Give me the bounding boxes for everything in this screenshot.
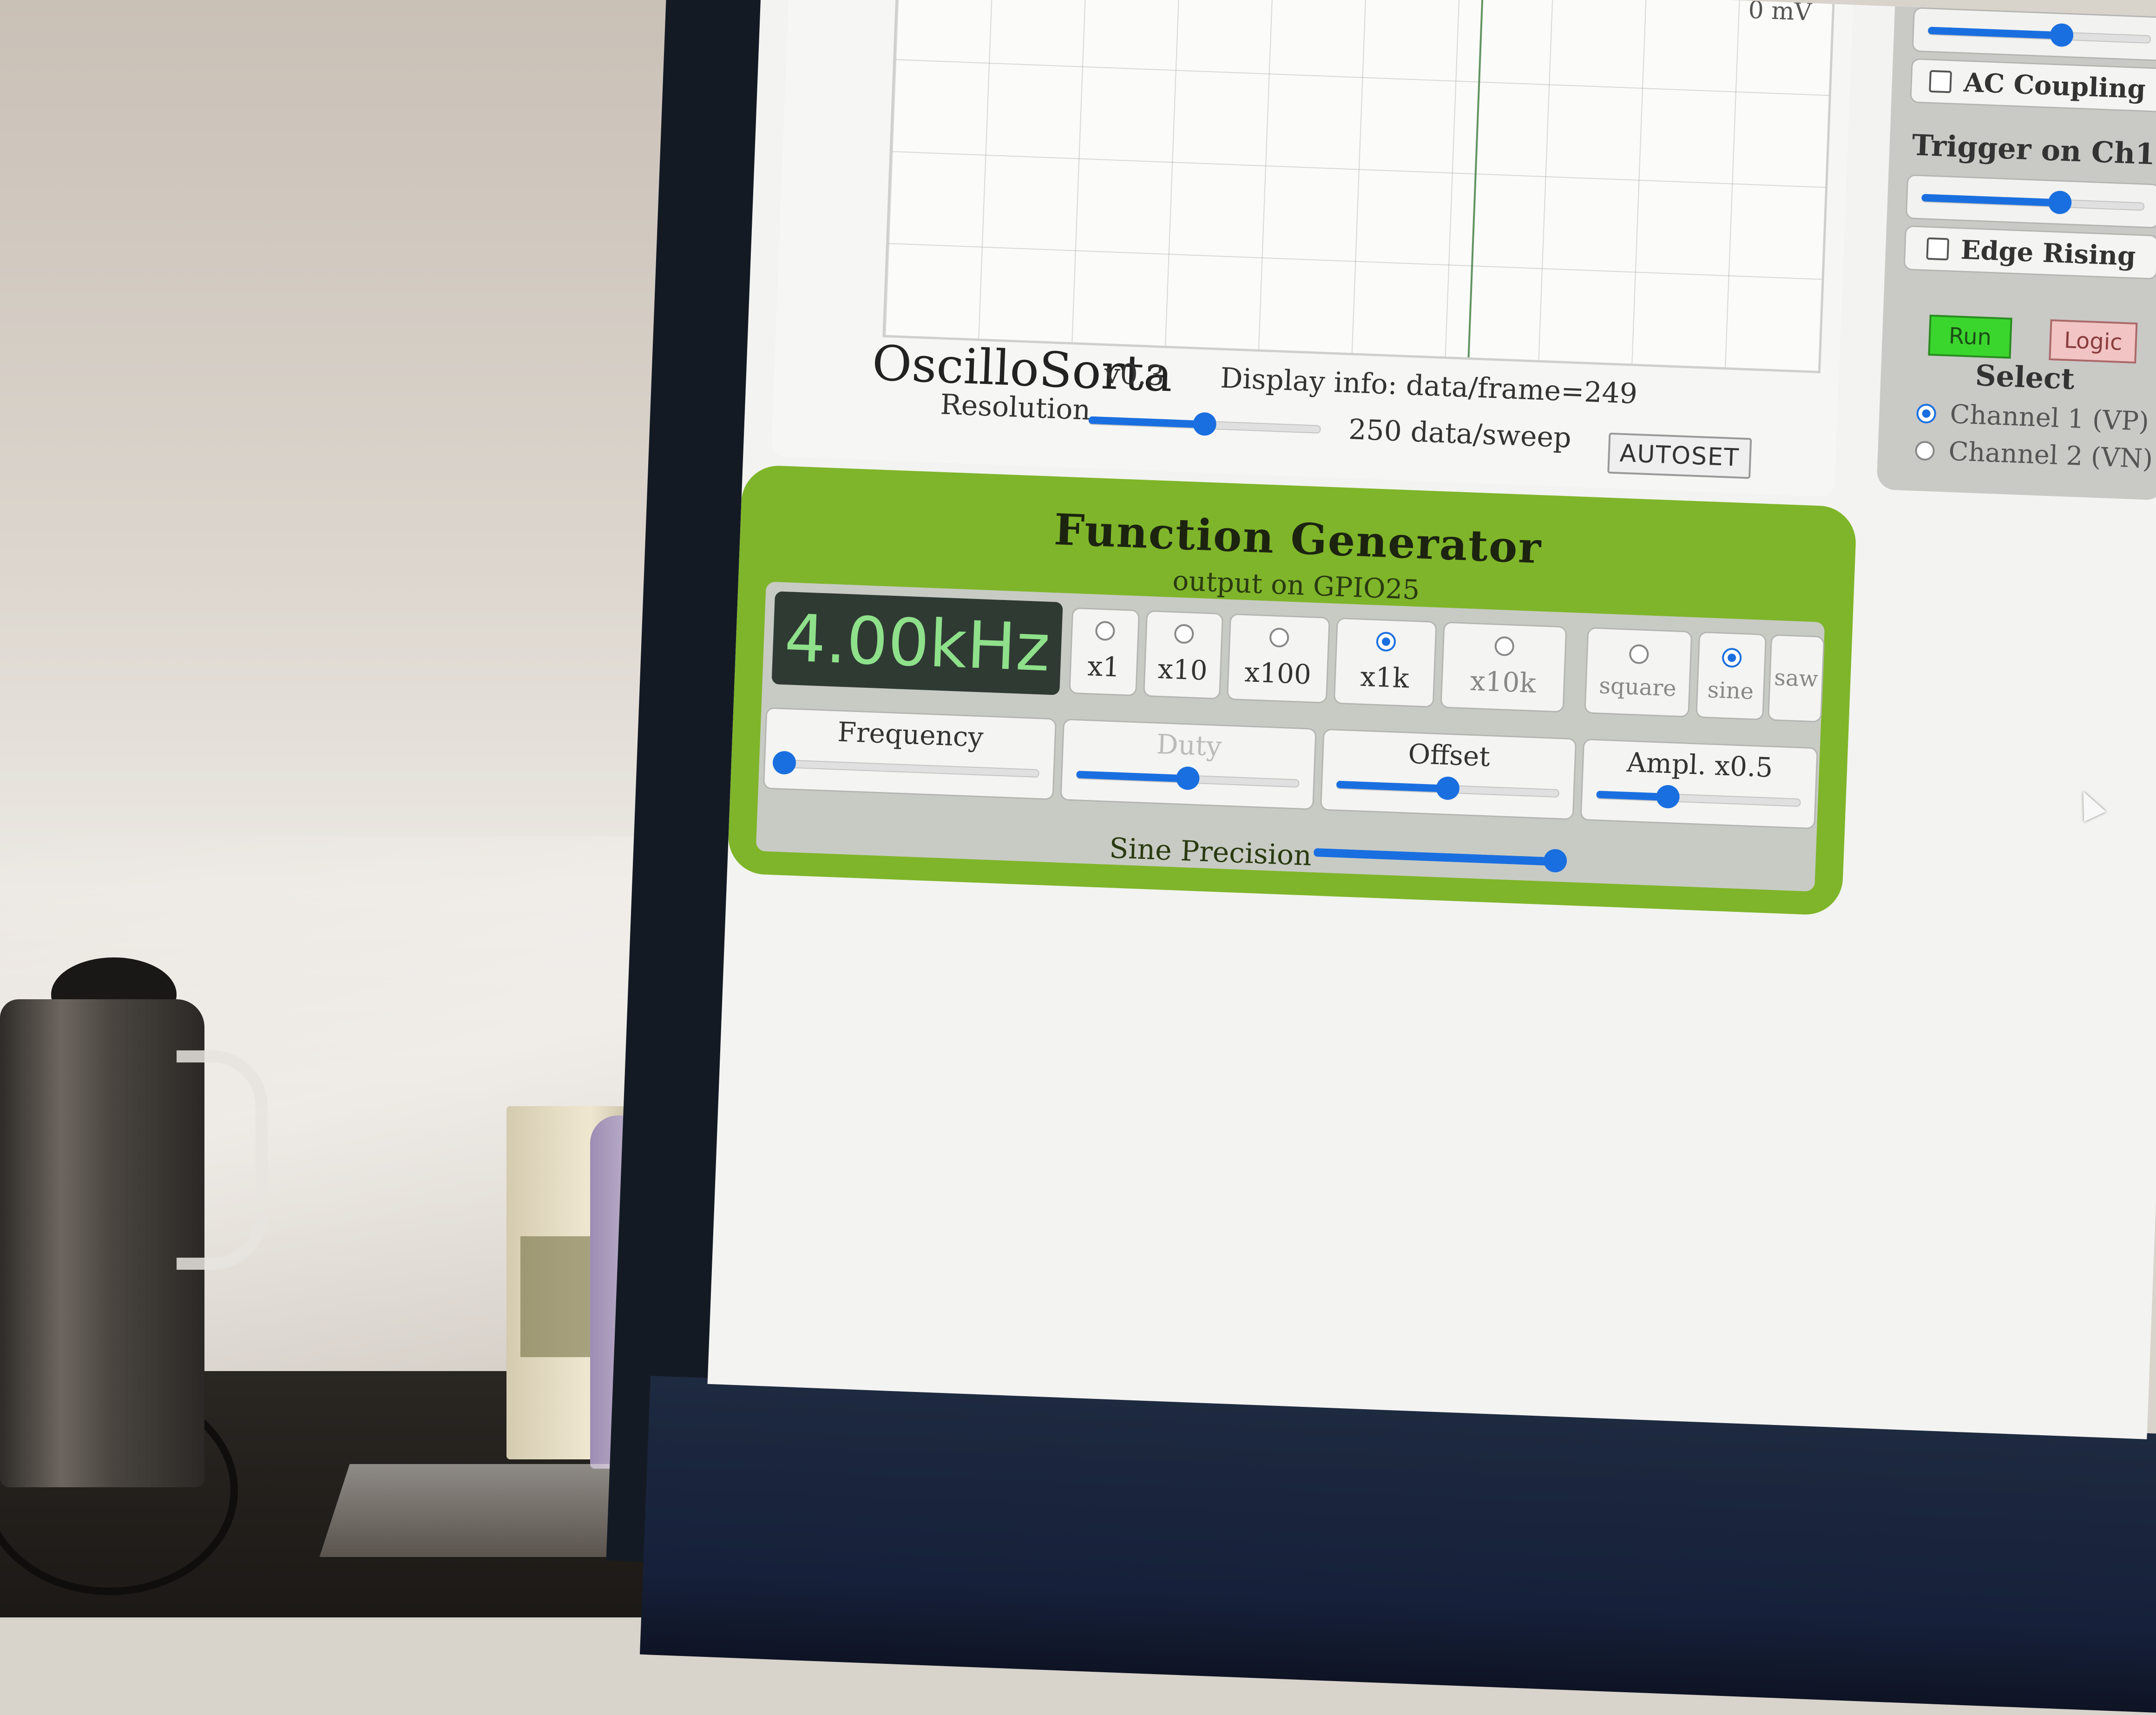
function-generator-panel: Function Generator output on GPIO25 4.00… bbox=[727, 464, 1857, 916]
multiplier-x1k[interactable]: x1k bbox=[1333, 617, 1437, 708]
offset-control: Offset bbox=[1320, 728, 1577, 820]
multiplier-x1-radio[interactable] bbox=[1095, 620, 1116, 641]
channel-2-radio[interactable] bbox=[1914, 440, 1935, 461]
waveform-sine-label: sine bbox=[1707, 677, 1755, 705]
channel-1-option[interactable]: Channel 1 (VP) bbox=[1916, 398, 2149, 437]
channel-1-label: Channel 1 (VP) bbox=[1949, 399, 2150, 437]
trigger-slider-box bbox=[1905, 174, 2156, 229]
multiplier-x1k-radio[interactable] bbox=[1376, 631, 1396, 652]
multiplier-x1k-label: x1k bbox=[1360, 660, 1410, 694]
plot-voltage-label: 0 mV bbox=[1748, 0, 1813, 26]
waveform-sine[interactable]: sine bbox=[1696, 631, 1767, 720]
multiplier-x10k[interactable]: x10k bbox=[1440, 621, 1567, 713]
display-info: Display info: data/frame=249 bbox=[1220, 362, 1638, 410]
frequency-display: 4.00kHz bbox=[771, 591, 1063, 695]
multiplier-x1-label: x1 bbox=[1087, 650, 1121, 683]
duty-control: Duty bbox=[1060, 719, 1317, 810]
plot-center-line bbox=[1467, 0, 1484, 358]
ac-coupling-checkbox[interactable] bbox=[1929, 70, 1952, 93]
waveform-square[interactable]: square bbox=[1584, 627, 1693, 718]
waveform-square-label: square bbox=[1598, 673, 1677, 702]
edge-rising-toggle[interactable]: Edge Rising bbox=[1903, 225, 2156, 280]
multiplier-x10[interactable]: x10 bbox=[1143, 610, 1224, 700]
channel-2-label: Channel 2 (VN) bbox=[1948, 436, 2154, 475]
top-level-slider[interactable] bbox=[1927, 18, 2151, 50]
resolution-label: Resolution bbox=[940, 388, 1091, 427]
waveform-square-radio[interactable] bbox=[1629, 644, 1650, 665]
multiplier-x10k-radio[interactable] bbox=[1494, 636, 1515, 657]
edge-rising-label: Edge Rising bbox=[1960, 234, 2136, 272]
run-button[interactable]: Run bbox=[1928, 315, 2012, 359]
multiplier-x100[interactable]: x100 bbox=[1226, 613, 1330, 704]
scope-plot: 0 mV bbox=[882, 0, 1835, 374]
multiplier-x100-radio[interactable] bbox=[1269, 627, 1289, 648]
channel-1-radio[interactable] bbox=[1916, 403, 1937, 424]
multiplier-x100-label: x100 bbox=[1244, 656, 1312, 691]
offset-slider[interactable] bbox=[1336, 772, 1560, 804]
app-version: v0.3 bbox=[1104, 357, 1165, 392]
waveform-saw[interactable]: saw bbox=[1768, 634, 1825, 723]
edge-rising-checkbox[interactable] bbox=[1926, 237, 1949, 261]
duty-slider[interactable] bbox=[1076, 762, 1300, 794]
kettle bbox=[0, 999, 204, 1487]
ac-coupling-label: AC Coupling bbox=[1963, 67, 2146, 105]
amplitude-control-label: Ampl. x0.5 bbox=[1626, 746, 1774, 784]
amplitude-slider[interactable] bbox=[1596, 782, 1801, 813]
frequency-control-label: Frequency bbox=[837, 716, 984, 753]
side-control-panel: AC Coupling Trigger on Ch1 Edge Rising R… bbox=[1876, 0, 2156, 501]
trigger-level-slider[interactable] bbox=[1921, 185, 2145, 217]
top-slider-box bbox=[1912, 7, 2156, 62]
resolution-value: 250 data/sweep bbox=[1348, 413, 1572, 455]
autoset-button[interactable]: AUTOSET bbox=[1607, 432, 1752, 479]
multiplier-x10-label: x10 bbox=[1157, 653, 1208, 686]
frequency-slider[interactable] bbox=[772, 751, 1040, 784]
multiplier-x1[interactable]: x1 bbox=[1069, 607, 1140, 697]
amplitude-control: Ampl. x0.5 bbox=[1580, 739, 1818, 830]
trigger-heading: Trigger on Ch1 bbox=[1911, 128, 2156, 172]
duty-control-label: Duty bbox=[1156, 728, 1223, 763]
channel-2-option[interactable]: Channel 2 (VN) bbox=[1914, 435, 2153, 475]
multiplier-x10-radio[interactable] bbox=[1174, 624, 1195, 644]
monitor-screen: 0 mV OscilloSorta v0.3 Display info: dat… bbox=[707, 0, 2156, 1439]
multiplier-x10k-label: x10k bbox=[1469, 665, 1537, 699]
kettle-handle bbox=[177, 1050, 268, 1270]
oscilloscope-panel: 0 mV OscilloSorta v0.3 Display info: dat… bbox=[771, 0, 1854, 497]
frequency-control: Frequency bbox=[762, 707, 1057, 800]
logic-button[interactable]: Logic bbox=[2049, 319, 2138, 364]
waveform-saw-label: saw bbox=[1774, 664, 1819, 693]
waveform-sine-radio[interactable] bbox=[1722, 647, 1742, 668]
ac-coupling-toggle[interactable]: AC Coupling bbox=[1910, 58, 2156, 113]
resolution-slider[interactable] bbox=[1088, 408, 1321, 440]
offset-control-label: Offset bbox=[1407, 738, 1491, 773]
